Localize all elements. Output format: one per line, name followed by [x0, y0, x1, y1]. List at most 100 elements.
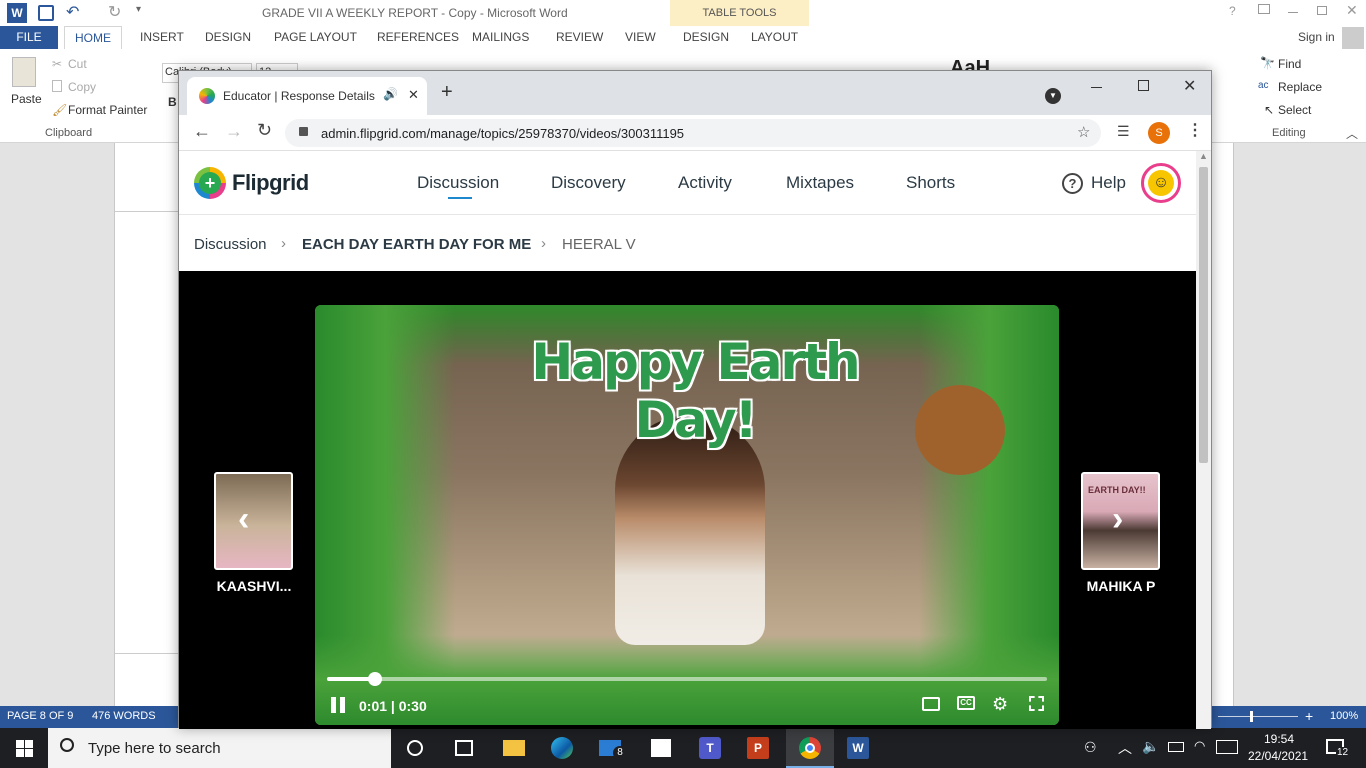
breadcrumb-discussion[interactable]: Discussion [194, 236, 267, 253]
cut-button[interactable]: Cut [68, 57, 87, 71]
show-hidden-icons-icon[interactable]: ︿ [1118, 738, 1132, 758]
fullscreen-icon[interactable] [1029, 696, 1044, 711]
user-avatar[interactable]: ☺ [1141, 163, 1181, 203]
wifi-icon[interactable]: ◠ [1194, 738, 1205, 754]
search-box[interactable]: Type here to search [48, 728, 391, 768]
bold-button[interactable]: B [168, 95, 177, 109]
paste-icon[interactable] [12, 57, 36, 87]
tab-audio-icon[interactable]: 🔊 [383, 87, 398, 101]
immersive-reader-icon[interactable] [922, 697, 940, 711]
page-count[interactable]: PAGE 8 OF 9 [7, 710, 73, 722]
nav-mixtapes[interactable]: Mixtapes [786, 173, 854, 193]
select-button[interactable]: Select [1278, 103, 1311, 117]
tab-design[interactable]: DESIGN [205, 26, 251, 49]
reload-icon[interactable]: ↻ [257, 120, 272, 141]
closed-captions-icon[interactable]: CC [957, 696, 975, 710]
format-painter-button[interactable]: Format Painter [68, 103, 147, 117]
customize-toolbar-icon[interactable]: ▾ [136, 4, 141, 15]
clock-time[interactable]: 19:54 [1264, 732, 1294, 746]
tab-close-icon[interactable]: ✕ [408, 87, 419, 103]
browser-tab[interactable]: Educator | Response Details 🔊 ✕ [187, 77, 427, 115]
paste-button[interactable]: Paste [11, 92, 42, 106]
task-view-icon[interactable] [455, 740, 473, 756]
new-tab-icon[interactable]: + [441, 81, 453, 104]
profile-avatar[interactable]: S [1148, 122, 1170, 144]
bookmark-star-icon[interactable]: ☆ [1077, 123, 1090, 141]
back-icon[interactable]: ← [193, 121, 211, 142]
help-link[interactable]: Help [1091, 173, 1126, 193]
redo-icon[interactable]: ↻ [108, 2, 121, 22]
nav-activity[interactable]: Activity [678, 173, 732, 193]
nav-shorts[interactable]: Shorts [906, 173, 955, 193]
video-progress-track[interactable] [327, 677, 1047, 681]
minimize-icon[interactable] [1091, 87, 1102, 88]
zoom-in-icon[interactable]: + [1305, 708, 1313, 724]
find-button[interactable]: Find [1278, 57, 1301, 71]
edge-icon[interactable] [551, 737, 573, 759]
nav-discovery[interactable]: Discovery [551, 173, 626, 193]
people-icon[interactable]: ⚇ [1084, 739, 1097, 756]
forward-icon[interactable]: → [225, 121, 243, 142]
tab-page-layout[interactable]: PAGE LAYOUT [274, 26, 357, 49]
zoom-slider-thumb[interactable] [1250, 711, 1253, 722]
undo-icon[interactable]: ↶ [66, 2, 79, 22]
window-close-icon[interactable]: ✕ [1183, 76, 1196, 96]
zoom-level[interactable]: 100% [1330, 710, 1358, 722]
volume-icon[interactable]: 🔈 [1142, 738, 1159, 755]
scrollbar-thumb[interactable] [1199, 167, 1208, 463]
store-icon[interactable] [651, 739, 671, 757]
teams-icon[interactable]: T [699, 737, 721, 759]
close-icon[interactable]: ✕ [1346, 2, 1358, 19]
language-icon[interactable] [1216, 740, 1238, 754]
avatar[interactable] [1342, 27, 1364, 49]
file-explorer-icon[interactable] [503, 740, 525, 756]
restore-icon[interactable] [1317, 6, 1327, 15]
flipgrid-logo-icon[interactable]: + [194, 167, 226, 199]
copy-button[interactable]: Copy [68, 80, 96, 94]
address-bar[interactable]: admin.flipgrid.com/manage/topics/2597837… [285, 119, 1101, 147]
chrome-menu-icon[interactable]: ⋮ [1187, 120, 1203, 140]
tab-table-design[interactable]: DESIGN [683, 26, 729, 49]
battery-icon[interactable] [1168, 742, 1184, 752]
breadcrumb-topic[interactable]: EACH DAY EARTH DAY FOR ME [302, 236, 531, 253]
cortana-icon[interactable] [407, 740, 423, 756]
replace-button[interactable]: Replace [1278, 80, 1322, 94]
sign-in-link[interactable]: Sign in [1298, 26, 1335, 49]
tab-insert[interactable]: INSERT [140, 26, 184, 49]
flipgrid-logo-text[interactable]: Flipgrid [232, 170, 309, 196]
tab-table-layout[interactable]: LAYOUT [751, 26, 798, 49]
video-player[interactable]: Happy Earth Day! 0:01 | 0:30 CC ⚙ [315, 305, 1059, 725]
mail-icon[interactable]: 8 [599, 740, 627, 760]
maximize-icon[interactable] [1138, 80, 1149, 91]
tab-review[interactable]: REVIEW [556, 26, 603, 49]
pause-icon[interactable] [331, 697, 347, 713]
tab-search-icon[interactable]: ▼ [1045, 88, 1061, 104]
word-icon[interactable]: W [847, 737, 869, 759]
tab-references[interactable]: REFERENCES [377, 26, 459, 49]
tab-file[interactable]: FILE [0, 26, 58, 49]
action-center-icon[interactable]: 12 [1326, 739, 1350, 758]
zoom-slider[interactable] [1218, 716, 1298, 717]
page-scrollbar[interactable]: ▲ [1196, 151, 1211, 729]
clock-date[interactable]: 22/04/2021 [1248, 749, 1308, 763]
scroll-up-icon[interactable]: ▲ [1199, 151, 1208, 161]
reading-list-icon[interactable]: ☰ [1117, 123, 1130, 140]
save-icon[interactable] [38, 5, 54, 21]
word-count[interactable]: 476 WORDS [92, 710, 156, 722]
tab-view[interactable]: VIEW [625, 26, 656, 49]
prev-response-thumbnail[interactable]: ‹ [214, 472, 293, 570]
prev-response-name[interactable]: KAASHVI... [199, 578, 309, 594]
chrome-taskbar-item[interactable] [786, 728, 834, 768]
next-response-thumbnail[interactable]: EARTH DAY!! › [1081, 472, 1160, 570]
help-icon[interactable]: ? [1229, 4, 1236, 18]
windows-start-icon[interactable] [16, 740, 33, 757]
video-progress-thumb[interactable] [368, 672, 382, 686]
help-icon[interactable]: ? [1062, 173, 1083, 194]
tab-home[interactable]: HOME [64, 26, 122, 49]
minimize-icon[interactable] [1288, 12, 1298, 13]
tab-mailings[interactable]: MAILINGS [472, 26, 529, 49]
settings-gear-icon[interactable]: ⚙ [992, 694, 1008, 715]
ribbon-options-icon[interactable] [1258, 4, 1270, 14]
collapse-ribbon-icon[interactable]: ︿ [1346, 125, 1358, 142]
powerpoint-icon[interactable]: P [747, 737, 769, 759]
